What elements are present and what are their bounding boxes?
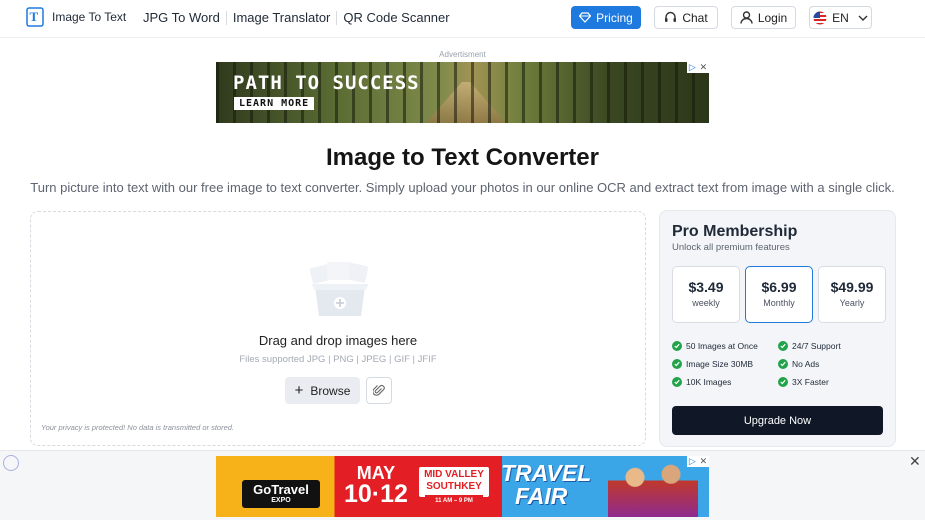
- ad-label: Advertisment: [439, 50, 486, 59]
- plan-price: $49.99: [830, 279, 874, 295]
- ad-fair-word: FAIR: [515, 483, 568, 509]
- nav-jpg-to-word[interactable]: JPG To Word: [143, 10, 220, 25]
- ad-days: 10·12: [344, 480, 408, 508]
- check-icon: [672, 359, 682, 369]
- plan-price: $6.99: [761, 279, 797, 295]
- chat-button[interactable]: Chat: [654, 6, 718, 29]
- supported-file-types: Files supported JPG | PNG | JPEG | GIF |…: [239, 354, 437, 365]
- browse-button[interactable]: + Browse: [285, 377, 360, 404]
- pro-membership-panel: Pro Membership Unlock all premium featur…: [659, 210, 896, 447]
- feature-item: 24/7 Support: [778, 341, 841, 351]
- feature-item: Image Size 30MB: [672, 359, 753, 369]
- pro-title: Pro Membership: [672, 223, 798, 240]
- upload-dropzone[interactable]: Drag and drop images here Files supporte…: [30, 211, 646, 446]
- plan-price: $3.49: [688, 279, 724, 295]
- pricing-button[interactable]: Pricing: [571, 6, 641, 29]
- check-icon: [778, 377, 788, 387]
- ad-headline: PATH TO SUCCESS: [233, 72, 420, 94]
- logo-text: Image To Text: [52, 10, 127, 24]
- ad-travel-fair: TRAVEL FAIR: [501, 462, 591, 508]
- privacy-note: Your privacy is protected! No data is tr…: [41, 423, 235, 432]
- bottom-ad-banner[interactable]: GoTravel EXPO MAY 10·12 MID VALLEY SOUTH…: [216, 456, 709, 517]
- feature-label: 24/7 Support: [792, 341, 841, 351]
- chat-label: Chat: [682, 10, 708, 25]
- ad-logo-icon[interactable]: [3, 455, 19, 471]
- feature-item: 50 Images at Once: [672, 341, 758, 351]
- top-navbar: T Image To Text JPG To Word Image Transl…: [0, 0, 925, 38]
- headset-icon: [665, 11, 677, 22]
- plan-period: weekly: [692, 298, 720, 308]
- feature-item: 3X Faster: [778, 377, 829, 387]
- feature-label: 3X Faster: [792, 377, 829, 387]
- nav-image-translator[interactable]: Image Translator: [233, 10, 331, 25]
- ad-venue-name: MID VALLEY SOUTHKEY: [424, 469, 484, 492]
- check-icon: [778, 341, 788, 351]
- logo-icon: T: [26, 7, 44, 27]
- paperclip-icon: [373, 384, 385, 396]
- plus-icon: +: [294, 382, 304, 399]
- logo[interactable]: T Image To Text: [26, 7, 126, 27]
- ad-venue: MID VALLEY SOUTHKEY 11 AM – 9 PM: [419, 467, 489, 507]
- nav-divider: [225, 10, 227, 25]
- ad-brand-logo: GoTravel EXPO: [242, 480, 320, 508]
- nav-qr-code-scanner[interactable]: QR Code Scanner: [343, 10, 449, 25]
- main-nav: JPG To Word Image Translator QR Code Sca…: [143, 10, 450, 25]
- upload-illustration: [309, 262, 369, 316]
- nav-divider: [336, 10, 338, 25]
- ad-cta[interactable]: LEARN MORE: [234, 97, 315, 110]
- us-flag-icon: [813, 11, 827, 24]
- feature-label: 50 Images at Once: [686, 341, 758, 351]
- ad-people-image: [608, 456, 698, 517]
- user-icon: [740, 11, 753, 24]
- close-icon[interactable]: ✕: [909, 453, 921, 470]
- ad-hours: 11 AM – 9 PM: [425, 495, 483, 507]
- check-icon: [672, 377, 682, 387]
- svg-text:T: T: [30, 9, 39, 24]
- upgrade-now-button[interactable]: Upgrade Now: [672, 406, 883, 435]
- ad-choices-icon[interactable]: ▷ ✕: [687, 62, 709, 73]
- feature-item: No Ads: [778, 359, 819, 369]
- upload-title: Drag and drop images here: [258, 333, 418, 348]
- plan-period: Yearly: [839, 298, 865, 308]
- feature-label: Image Size 30MB: [686, 359, 754, 369]
- plan-period: Monthly: [763, 298, 795, 308]
- pro-subtitle: Unlock all premium features: [672, 242, 790, 253]
- plan-monthly[interactable]: $6.99 Monthly: [745, 266, 813, 323]
- browse-label: Browse: [310, 383, 351, 398]
- ad-brand-sub: EXPO: [271, 497, 291, 504]
- page-subtitle: Turn picture into text with our free ima…: [30, 180, 895, 195]
- language-label: EN: [832, 10, 849, 25]
- check-icon: [778, 359, 788, 369]
- ad-date: MAY 10·12: [344, 464, 408, 507]
- feature-label: No Ads: [792, 359, 820, 369]
- attach-url-button[interactable]: [366, 377, 392, 404]
- top-ad-banner[interactable]: PATH TO SUCCESS LEARN MORE ▷ ✕: [216, 62, 709, 123]
- chevron-down-icon: [858, 15, 868, 21]
- ad-brand: GoTravel: [253, 482, 309, 497]
- pricing-label: Pricing: [596, 10, 633, 25]
- ad-choices-icon[interactable]: ▷ ✕: [687, 456, 709, 467]
- login-label: Login: [757, 10, 788, 25]
- check-icon: [672, 341, 682, 351]
- ad-travel-word: TRAVEL: [501, 460, 592, 486]
- feature-item: 10K Images: [672, 377, 731, 387]
- plan-weekly[interactable]: $3.49 weekly: [672, 266, 740, 323]
- language-selector[interactable]: EN: [809, 6, 872, 29]
- login-button[interactable]: Login: [731, 6, 796, 29]
- feature-label: 10K Images: [686, 377, 732, 387]
- page-title: Image to Text Converter: [326, 144, 599, 171]
- page: T Image To Text JPG To Word Image Transl…: [0, 0, 925, 520]
- diamond-icon: [579, 12, 592, 23]
- plan-yearly[interactable]: $49.99 Yearly: [818, 266, 886, 323]
